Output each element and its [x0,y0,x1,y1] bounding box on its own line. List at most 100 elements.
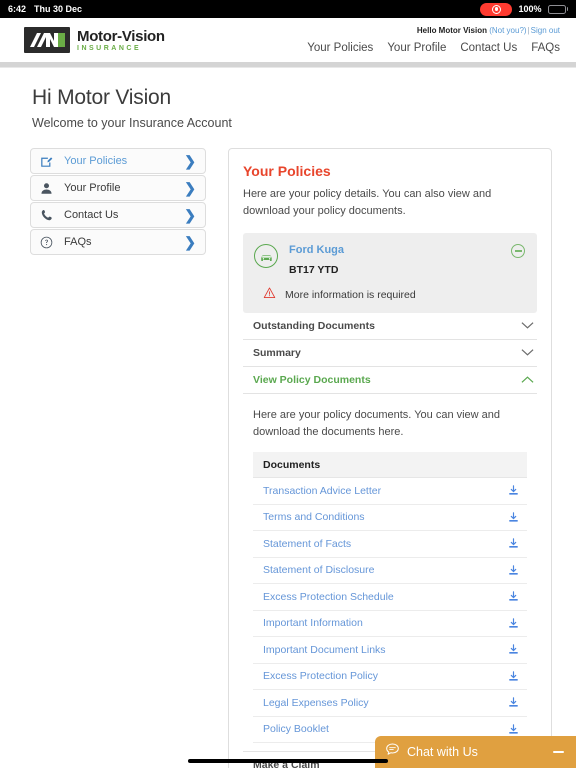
header-right: Hello Motor Vision (Not you?)|Sign out Y… [307,26,560,54]
greeting-separator: | [527,26,530,35]
logo-wordmark: Motor-Vision INSURANCE [77,29,165,52]
minimize-icon[interactable] [553,751,564,753]
table-row[interactable]: Important Document Links [253,637,527,664]
sign-out-link[interactable]: Sign out [531,26,560,35]
main-navigation: Your Policies Your Profile Contact Us FA… [307,42,560,54]
document-link[interactable]: Excess Protection Policy [263,670,378,682]
greeting-line: Hello Motor Vision (Not you?)|Sign out [307,26,560,35]
nav-faqs[interactable]: FAQs [531,42,560,54]
car-icon [254,244,278,269]
accordion-summary[interactable]: Summary [243,340,537,368]
not-you-link[interactable]: (Not you?) [489,26,526,35]
vehicle-warning-text: More information is required [285,288,416,301]
documents-intro: Here are your policy documents. You can … [253,409,501,439]
chat-widget[interactable]: Chat with Us [375,736,576,768]
chevron-right-icon: ❯ [184,153,196,169]
table-row[interactable]: Important Information [253,611,527,638]
sidebar-item-faqs[interactable]: FAQs ❯ [30,229,206,255]
status-date: Thu 30 Dec [34,4,83,14]
download-icon[interactable] [508,591,519,602]
nav-your-profile[interactable]: Your Profile [387,42,446,54]
table-row[interactable]: Statement of Disclosure [253,558,527,585]
logo-mark-icon [24,27,70,53]
table-row[interactable]: Excess Protection Policy [253,664,527,691]
chevron-right-icon: ❯ [184,207,196,223]
chevron-right-icon: ❯ [184,180,196,196]
document-link[interactable]: Statement of Facts [263,538,351,550]
documents-table: Documents Transaction Advice Letter Term… [253,452,527,744]
download-icon[interactable] [508,697,519,708]
page-title: Hi Motor Vision [32,86,171,109]
nav-contact-us[interactable]: Contact Us [460,42,517,54]
welcome-block: Hi Motor Vision Welcome to your Insuranc… [0,68,576,130]
table-row[interactable]: Excess Protection Schedule [253,584,527,611]
accordion-label: Summary [253,347,301,360]
greeting-text: Hello Motor Vision [416,26,487,35]
accordion-label: View Policy Documents [253,374,371,387]
sidebar-nav: Your Policies ❯ Your Profile ❯ Contact U… [30,148,206,768]
logo-subtitle: INSURANCE [77,44,142,52]
accordion-view-policy-documents[interactable]: View Policy Documents [243,367,537,395]
sidebar-label-your-profile: Your Profile [64,182,121,194]
home-indicator[interactable] [188,759,388,763]
download-icon[interactable] [508,671,519,682]
document-link[interactable]: Important Information [263,617,363,629]
status-bar-right: 100% [480,2,568,16]
logo-name: Motor-Vision [77,27,165,45]
panel-title: Your Policies [243,163,331,179]
sidebar-item-your-profile[interactable]: Your Profile ❯ [30,175,206,201]
status-bar-left: 6:42 Thu 30 Dec [8,4,82,14]
person-icon [40,182,60,195]
table-row[interactable]: Statement of Facts [253,531,527,558]
ios-status-bar: 6:42 Thu 30 Dec 100% [0,0,576,18]
panel-description: Here are your policy details. You can al… [243,188,492,218]
ipad-screen: 6:42 Thu 30 Dec 100% Motor-Vision INSURA… [0,0,576,768]
vehicle-registration: BT17 YTD [289,264,339,277]
sidebar-label-your-policies: Your Policies [64,155,128,167]
policies-panel: Your Policies Here are your policy detai… [228,148,552,768]
content-area: Your Policies ❯ Your Profile ❯ Contact U… [0,130,576,768]
chevron-down-icon [521,317,534,335]
battery-full-icon [547,4,568,14]
brand-logo[interactable]: Motor-Vision INSURANCE [24,27,165,53]
documents-table-header: Documents [253,452,527,479]
accordion-outstanding-documents[interactable]: Outstanding Documents [243,313,537,341]
download-icon[interactable] [508,644,519,655]
vehicle-name[interactable]: Ford Kuga [289,244,344,256]
phone-icon [40,209,60,222]
download-icon[interactable] [508,618,519,629]
vehicle-info: Ford Kuga BT17 YTD [289,244,344,276]
download-icon[interactable] [508,724,519,735]
table-row[interactable]: Legal Expenses Policy [253,690,527,717]
table-row[interactable]: Terms and Conditions [253,505,527,532]
screen-record-icon[interactable] [480,2,513,16]
document-link[interactable]: Transaction Advice Letter [263,485,381,497]
document-link[interactable]: Terms and Conditions [263,511,365,523]
chevron-right-icon: ❯ [184,234,196,250]
sidebar-item-your-policies[interactable]: Your Policies ❯ [30,148,206,174]
document-link[interactable]: Statement of Disclosure [263,564,374,576]
vehicle-header: Ford Kuga BT17 YTD [254,244,525,276]
circle-minus-icon[interactable] [511,244,525,259]
download-icon[interactable] [508,485,519,496]
status-time: 6:42 [8,4,27,14]
table-row[interactable]: Transaction Advice Letter [253,478,527,505]
status-battery-percent: 100% [518,4,542,14]
vehicle-warning: More information is required [254,287,525,302]
document-link[interactable]: Excess Protection Schedule [263,591,394,603]
sidebar-label-contact-us: Contact Us [64,209,119,221]
chevron-up-icon [521,371,534,389]
chat-widget-label: Chat with Us [407,745,478,759]
document-link[interactable]: Legal Expenses Policy [263,697,369,709]
sidebar-item-contact-us[interactable]: Contact Us ❯ [30,202,206,228]
document-link[interactable]: Important Document Links [263,644,386,656]
download-icon[interactable] [508,538,519,549]
vehicle-card: Ford Kuga BT17 YTD More information is r… [243,233,537,314]
nav-your-policies[interactable]: Your Policies [307,42,373,54]
site-header: Motor-Vision INSURANCE Hello Motor Visio… [0,18,576,62]
edit-square-icon [40,155,60,168]
document-link[interactable]: Policy Booklet [263,723,329,735]
download-icon[interactable] [508,565,519,576]
download-icon[interactable] [508,512,519,523]
question-circle-icon [40,236,60,249]
